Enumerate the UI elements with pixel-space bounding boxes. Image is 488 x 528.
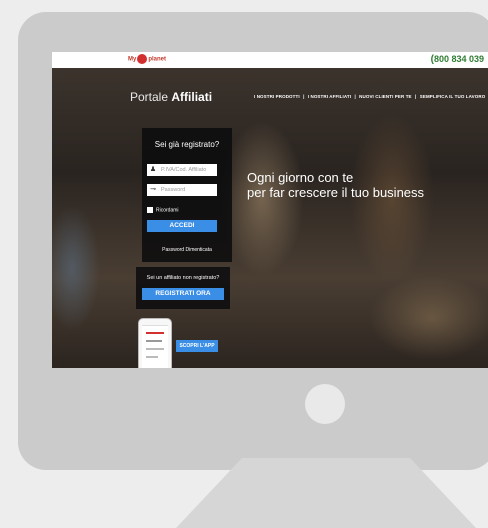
nav-item-new-clients[interactable]: NUOVI CLIENTI PER TE (359, 94, 412, 99)
hero-line-2: per far crescere il tuo business (247, 185, 425, 200)
phone-number[interactable]: (800 834 039 (431, 54, 484, 65)
portal-title-light: Portale (130, 90, 169, 104)
website-screen: My planet (800 834 039 Portale Affiliati … (52, 52, 488, 368)
user-icon: ♟ (149, 166, 157, 173)
nav-separator: | (354, 94, 356, 99)
nav-item-affiliates[interactable]: I NOSTRI AFFILIATI (308, 94, 351, 99)
portal-title-bold: Affiliati (171, 90, 213, 104)
main-nav: I NOSTRI PRODOTTI | I NOSTRI AFFILIATI |… (254, 94, 485, 99)
phone-value: 800 834 039 (433, 54, 484, 64)
monitor-power-button (305, 384, 345, 424)
logo-text: My (128, 56, 137, 63)
password-input[interactable] (161, 185, 215, 195)
remember-checkbox[interactable] (147, 207, 153, 213)
discover-app-button[interactable]: SCOPRI L'APP (176, 340, 218, 352)
hero-line-1: Ogni giorno con te (247, 170, 354, 185)
hero-headline: Ogni giorno con te per far crescere il t… (247, 170, 424, 200)
nav-item-products[interactable]: I NOSTRI PRODOTTI (254, 94, 300, 99)
nav-item-simplify-work[interactable]: SEMPLIFICA IL TUO LAVORO (420, 94, 486, 99)
key-icon: ⊸ (150, 186, 156, 193)
brand-logo[interactable]: My planet (128, 54, 166, 64)
nav-separator: | (415, 94, 417, 99)
hero-background: Portale Affiliati I NOSTRI PRODOTTI | I … (52, 68, 488, 368)
login-button[interactable]: ACCEDI (147, 220, 217, 232)
app-phone-image (138, 318, 172, 368)
logo-dot (137, 54, 148, 64)
remember-me[interactable]: Ricordami (147, 207, 179, 213)
forgot-password-link[interactable]: Password Dimenticata (142, 247, 232, 253)
login-title: Sei già registrato? (154, 140, 220, 149)
register-button[interactable]: REGISTRATI ORA (142, 288, 224, 300)
logo-dot-text: planet (148, 56, 167, 63)
affiliate-code-input[interactable] (161, 165, 215, 175)
register-panel: Sei un affiliato non registrato? REGISTR… (136, 267, 230, 309)
register-question: Sei un affiliato non registrato? (146, 275, 220, 281)
password-field[interactable]: ⊸ (147, 184, 217, 196)
app-phone-screen (142, 325, 168, 368)
portal-title: Portale Affiliati (130, 90, 212, 104)
affiliate-code-field[interactable]: ♟ (147, 164, 217, 176)
top-bar: My planet (800 834 039 (52, 52, 488, 68)
login-panel: Sei già registrato? ♟ ⊸ Ricordami ACCEDI… (142, 128, 232, 262)
remember-label: Ricordami (156, 207, 179, 214)
nav-separator: | (303, 94, 305, 99)
